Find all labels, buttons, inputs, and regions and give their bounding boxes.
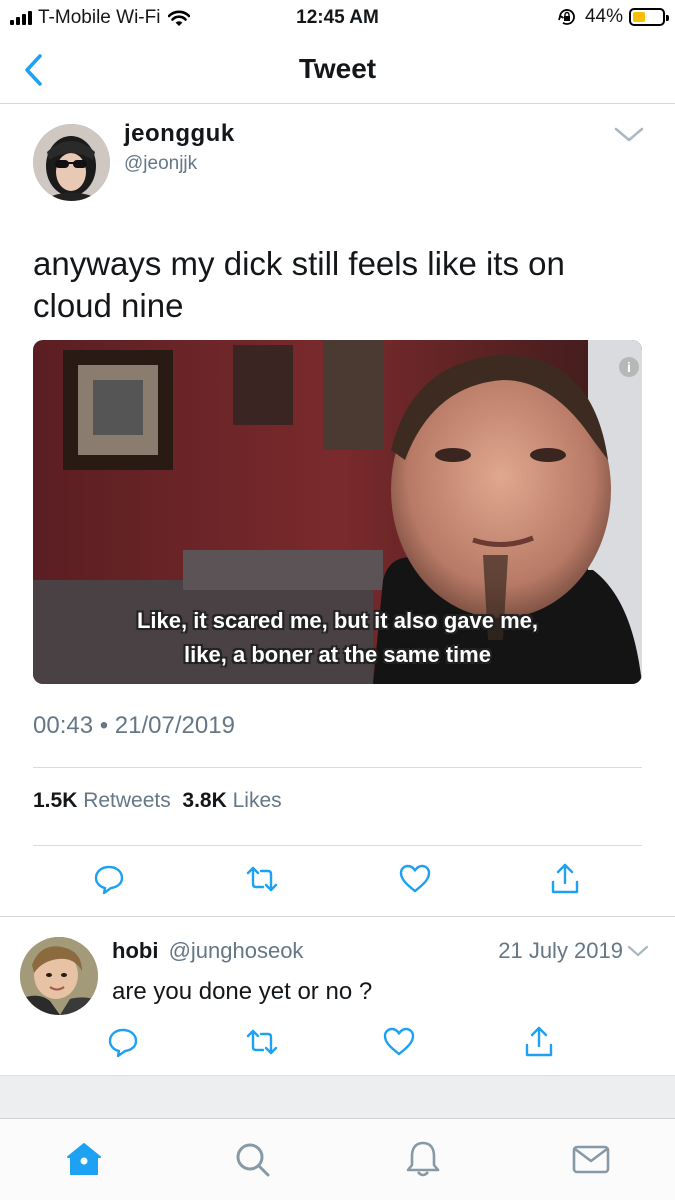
author-handle[interactable]: @jeonjjk — [124, 153, 197, 175]
reply-date: 21 July 2019 — [498, 938, 623, 963]
tab-home[interactable] — [64, 1139, 104, 1179]
retweet-icon — [246, 1029, 278, 1055]
tab-messages[interactable] — [571, 1139, 611, 1179]
section-divider — [0, 916, 675, 917]
likes-count: 3.8K — [182, 789, 227, 812]
navigation-bar: Tweet — [0, 36, 675, 104]
timeline-gap — [0, 1075, 675, 1118]
author-avatar[interactable] — [33, 124, 110, 201]
retweet-icon — [246, 866, 278, 892]
reply-options-button[interactable] — [626, 942, 650, 960]
battery-level — [633, 12, 645, 22]
video-subtitle-line-1: Like, it scared me, but it also gave me, — [136, 608, 539, 633]
share-icon — [525, 1026, 553, 1057]
tweet-media-image[interactable]: Like, it scared me, but it also gave me,… — [33, 340, 642, 684]
reply-author-handle[interactable]: @junghoseok — [169, 938, 304, 963]
tweet-actions — [0, 862, 675, 902]
reply-reply-button[interactable] — [106, 1025, 140, 1059]
reply-like-button[interactable] — [382, 1025, 416, 1059]
reply-icon — [108, 1028, 138, 1058]
search-icon — [236, 1143, 270, 1177]
reply-header: hobi @junghoseok — [112, 938, 303, 964]
video-subtitle-line-2: like, a boner at the same time — [184, 642, 491, 667]
reply-retweet-button[interactable] — [245, 1025, 279, 1059]
tweet-stats: 1.5K Retweets 3.8K Likes — [33, 789, 282, 813]
rotation-lock-icon — [558, 9, 575, 25]
retweet-button[interactable] — [245, 862, 279, 896]
divider — [33, 845, 642, 846]
retweets-count: 1.5K — [33, 789, 78, 812]
share-button[interactable] — [548, 862, 582, 896]
reply-share-button[interactable] — [522, 1025, 556, 1059]
page-title: Tweet — [298, 53, 377, 84]
tab-search[interactable] — [232, 1139, 272, 1179]
status-right: 44% — [557, 6, 669, 28]
share-icon — [551, 863, 579, 894]
tweet-options-button[interactable] — [612, 122, 646, 148]
divider — [33, 767, 642, 768]
like-icon — [383, 1027, 415, 1056]
tab-bar — [0, 1118, 675, 1200]
reply-actions — [0, 1025, 675, 1065]
retweets-label: Retweets — [83, 789, 171, 812]
tab-notifications[interactable] — [403, 1139, 443, 1179]
media-info-icon[interactable]: i — [619, 357, 639, 377]
chevron-down-icon — [627, 945, 649, 957]
reply-icon — [94, 865, 124, 895]
status-bar: T-Mobile Wi-Fi 12:45 AM 44% — [0, 0, 675, 36]
tweet-text: anyways my dick still feels like its on … — [33, 245, 565, 324]
battery-percent: 44% — [584, 6, 623, 27]
reply-author-name[interactable]: hobi — [112, 938, 158, 963]
notifications-icon — [406, 1141, 440, 1177]
like-button[interactable] — [398, 862, 432, 896]
author-name[interactable]: jeongguk — [124, 120, 235, 148]
home-icon — [67, 1143, 101, 1175]
reply-button[interactable] — [92, 862, 126, 896]
reply-author-avatar[interactable] — [20, 937, 98, 1015]
likes-stat[interactable]: 3.8K Likes — [182, 789, 281, 812]
battery-icon — [629, 8, 669, 26]
like-icon — [399, 864, 431, 893]
tweet-timestamp: 00:43 • 21/07/2019 — [33, 712, 235, 739]
retweets-stat[interactable]: 1.5K Retweets — [33, 789, 171, 812]
chevron-down-icon — [614, 127, 644, 142]
messages-icon — [572, 1145, 610, 1174]
likes-label: Likes — [232, 789, 282, 812]
reply-text: are you done yet or no ? — [112, 978, 373, 1005]
